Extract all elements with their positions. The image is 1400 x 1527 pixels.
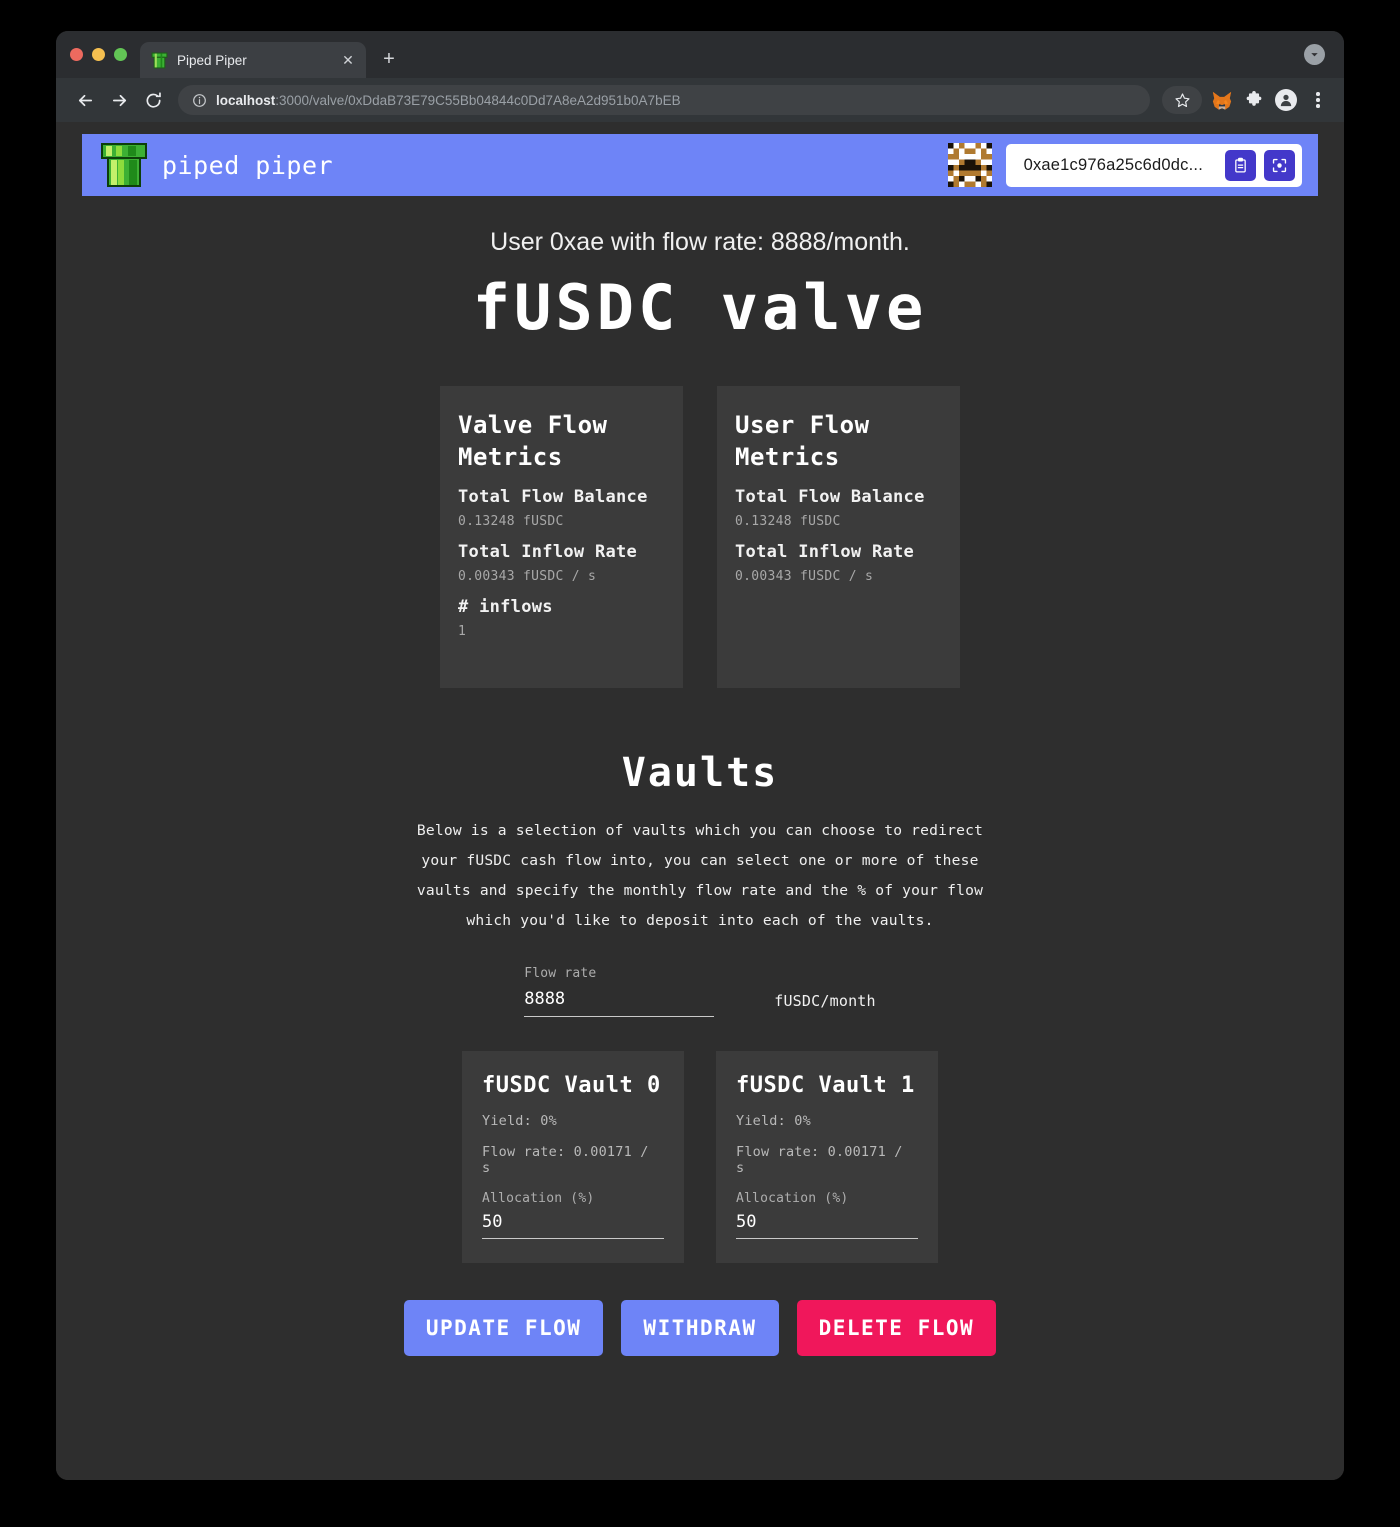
chevron-down-icon[interactable]	[1304, 44, 1325, 65]
metric-value: 1	[458, 624, 467, 640]
kebab-glyph	[1316, 92, 1320, 108]
metric-value: 0.00343 fUSDC / s	[458, 569, 597, 585]
metric-label: Total Flow Balance	[735, 487, 925, 508]
allocation-input[interactable]	[736, 1205, 918, 1239]
wallet-chip[interactable]: 0xae1c976a25c6d0dc...	[1005, 143, 1302, 187]
page-title: fUSDC valve	[472, 271, 928, 344]
metric-label: Total Inflow Rate	[458, 542, 638, 563]
valve-flow-metrics-card: Valve Flow Metrics Total Flow Balance 0.…	[440, 386, 683, 688]
browser-tab[interactable]: Piped Piper ✕	[140, 42, 366, 78]
kebab-menu-icon[interactable]	[1304, 86, 1332, 114]
wallet-address: 0xae1c976a25c6d0dc...	[1023, 155, 1203, 174]
withdraw-button[interactable]: WITHDRAW	[621, 1299, 779, 1356]
minimize-window-button[interactable]	[92, 48, 105, 61]
forward-arrow-icon[interactable]	[104, 85, 134, 115]
browser-window: Piped Piper ✕ + localhost:3000/valve/0xD…	[56, 31, 1344, 1480]
maximize-window-button[interactable]	[114, 48, 127, 61]
metric-value: 0.00343 fUSDC / s	[735, 569, 874, 585]
metric-value: 0.13248 fUSDC	[458, 514, 564, 530]
vault-title: fUSDC Vault 1	[736, 1072, 915, 1098]
metric-value: 0.13248 fUSDC	[735, 514, 841, 530]
vault-yield: Yield: 0%	[482, 1112, 557, 1129]
update-flow-button[interactable]: UPDATE FLOW	[403, 1299, 604, 1356]
person-glyph	[1280, 94, 1292, 107]
vault-title: fUSDC Vault 0	[482, 1072, 661, 1098]
star-icon[interactable]	[1162, 86, 1202, 114]
close-icon[interactable]: ✕	[339, 51, 357, 69]
pipe-icon	[151, 52, 168, 68]
flow-rate-row: Flow rate fUSDC/month	[56, 966, 1344, 1017]
allocation-label: Allocation (%)	[736, 1190, 849, 1206]
puzzle-glyph	[1246, 91, 1262, 106]
card-title: Valve Flow Metrics	[458, 411, 608, 471]
vault-row: fUSDC Vault 0 Yield: 0% Flow rate: 0.001…	[56, 1050, 1344, 1263]
back-arrow-icon[interactable]	[70, 85, 100, 115]
user-avatar-icon[interactable]	[1272, 86, 1300, 114]
user-flow-metrics-card: User Flow Metrics Total Flow Balance 0.1…	[717, 386, 960, 688]
vault-card[interactable]: fUSDC Vault 1 Yield: 0% Flow rate: 0.001…	[716, 1050, 938, 1263]
blockie-identicon	[947, 143, 992, 187]
metric-label: Total Flow Balance	[458, 487, 648, 508]
close-window-button[interactable]	[70, 48, 83, 61]
page-content: piped piper 0xae1c976a25c6d0dc... User 0…	[56, 122, 1344, 1480]
green-pipe-logo-icon[interactable]	[100, 142, 148, 188]
url-text: localhost:3000/valve/0xDdaB73E79C55Bb048…	[216, 93, 681, 108]
allocation-input[interactable]	[482, 1205, 664, 1239]
url-host: localhost	[216, 92, 276, 108]
forward-arrow-glyph	[112, 94, 126, 106]
vault-flow-rate: Flow rate: 0.00171 / s	[482, 1143, 649, 1176]
delete-flow-button[interactable]: DELETE FLOW	[796, 1299, 997, 1356]
chevron-down-glyph	[1311, 53, 1318, 57]
flow-rate-label: Flow rate	[524, 965, 597, 981]
app-header: piped piper 0xae1c976a25c6d0dc...	[82, 134, 1318, 196]
url-path: :3000/valve/0xDdaB73E79C55Bb04844c0Dd7A8…	[275, 92, 681, 108]
allocation-label: Allocation (%)	[482, 1190, 595, 1206]
back-arrow-glyph	[78, 94, 92, 106]
new-tab-button[interactable]: +	[374, 44, 404, 74]
action-buttons: UPDATE FLOW WITHDRAW DELETE FLOW	[56, 1299, 1344, 1356]
window-traffic-lights	[70, 31, 140, 78]
clipboard-icon[interactable]	[1225, 149, 1256, 181]
reload-glyph	[145, 91, 161, 108]
tab-strip: Piped Piper ✕ +	[56, 31, 1344, 78]
scan-glyph	[1272, 158, 1287, 172]
vault-yield: Yield: 0%	[736, 1112, 811, 1129]
metric-label: # inflows	[458, 597, 553, 618]
hero-subtitle: User 0xae with flow rate: 8888/month.	[490, 228, 910, 256]
metrics-row: Valve Flow Metrics Total Flow Balance 0.…	[56, 386, 1344, 688]
reload-icon[interactable]	[138, 85, 168, 115]
star-glyph	[1174, 92, 1190, 107]
avatar-circle	[1275, 89, 1297, 111]
vault-flow-rate: Flow rate: 0.00171 / s	[736, 1143, 903, 1176]
metric-label: Total Inflow Rate	[735, 542, 915, 563]
card-title: User Flow Metrics	[735, 411, 870, 471]
hero-section: User 0xae with flow rate: 8888/month. fU…	[56, 196, 1344, 344]
vaults-heading: Vaults	[621, 750, 779, 796]
puzzle-piece-icon[interactable]	[1240, 86, 1268, 114]
tab-title: Piped Piper	[177, 52, 247, 68]
info-circle-icon[interactable]	[192, 93, 207, 108]
flow-rate-input[interactable]	[524, 980, 715, 1017]
vault-card[interactable]: fUSDC Vault 0 Yield: 0% Flow rate: 0.001…	[462, 1050, 684, 1263]
metamask-fox-icon[interactable]	[1208, 86, 1236, 114]
browser-toolbar: localhost:3000/valve/0xDdaB73E79C55Bb048…	[56, 78, 1344, 122]
metamask-fox-glyph	[1212, 91, 1232, 110]
qr-scan-icon[interactable]	[1264, 149, 1295, 181]
vaults-description: Below is a selection of vaults which you…	[416, 822, 984, 929]
flow-rate-field: Flow rate	[524, 965, 715, 1017]
flow-rate-unit: fUSDC/month	[774, 991, 876, 1010]
clipboard-glyph	[1235, 157, 1246, 173]
address-bar[interactable]: localhost:3000/valve/0xDdaB73E79C55Bb048…	[178, 85, 1150, 115]
brand-label: piped piper	[162, 150, 334, 180]
